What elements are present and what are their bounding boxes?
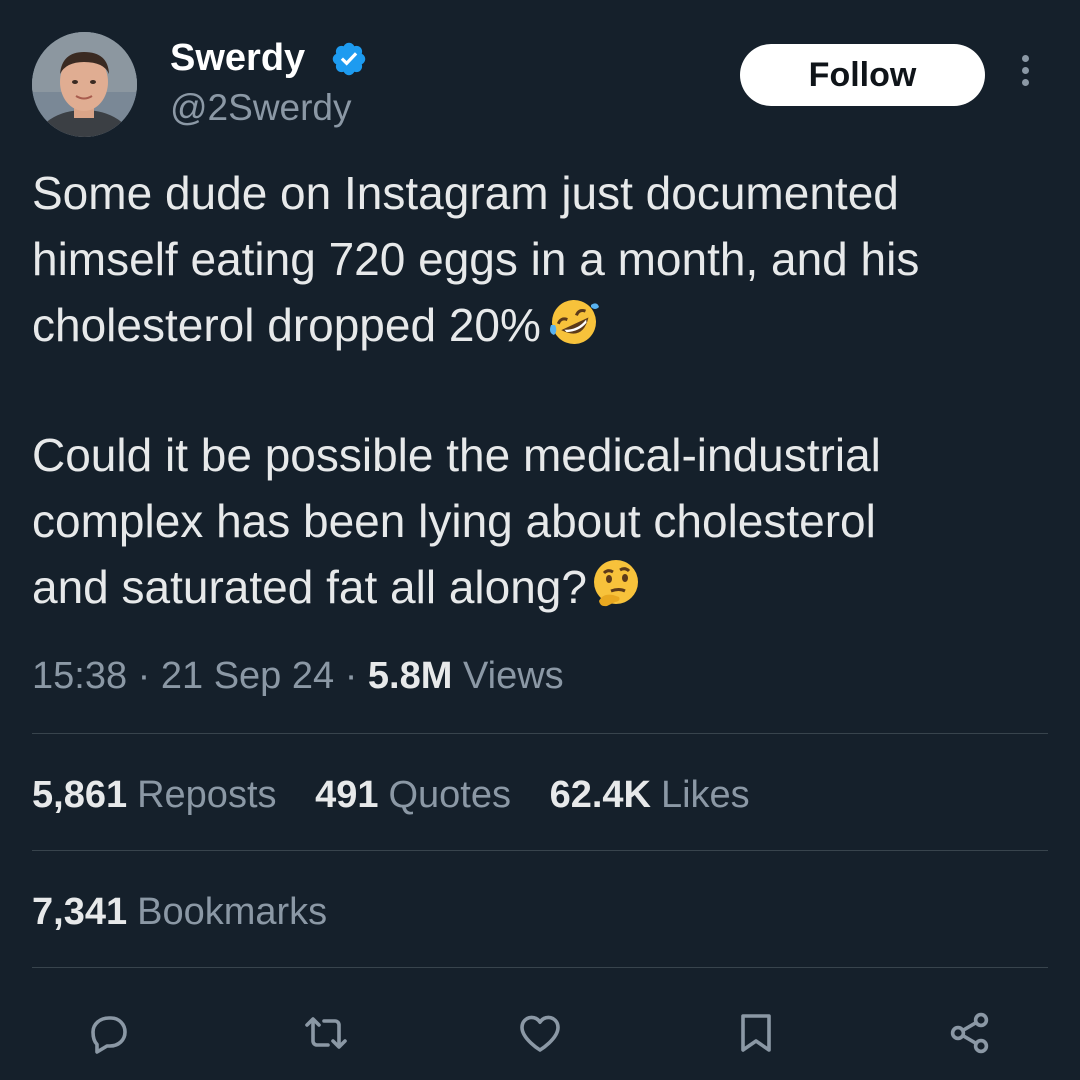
action-bar (0, 1008, 1080, 1058)
likes-count: 62.4K (549, 774, 651, 816)
reposts-count: 5,861 (32, 774, 128, 816)
engagement-stats: 5,861 Reposts 491 Quotes 62.4K Likes (32, 771, 778, 819)
author-handle[interactable]: @2Swerdy (170, 86, 352, 130)
tweet-text-line: Some dude on Instagram just documented (32, 167, 899, 219)
divider (32, 733, 1048, 734)
likes-stat[interactable]: 62.4K Likes (550, 774, 750, 816)
tweet-time[interactable]: 15:38 (32, 655, 127, 697)
quotes-stat[interactable]: 491 Quotes (315, 774, 511, 816)
bookmarks-stat[interactable]: 7,341 Bookmarks (32, 891, 327, 933)
separator: · (137, 655, 151, 697)
bookmarks-label: Bookmarks (137, 891, 328, 933)
quotes-count: 491 (315, 774, 379, 816)
bookmark-icon[interactable] (730, 1008, 782, 1058)
reply-icon[interactable] (83, 1008, 135, 1058)
bookmarks-stats: 7,341 Bookmarks (32, 888, 355, 936)
author-name[interactable]: Swerdy (170, 36, 305, 80)
tweet-text-line: and saturated fat all along? (32, 554, 1042, 620)
like-icon[interactable] (514, 1008, 566, 1058)
tweet-text-line: Could it be possible the medical-industr… (32, 429, 881, 481)
share-icon[interactable] (944, 1008, 996, 1058)
divider (32, 850, 1048, 851)
views-count: 5.8M (367, 655, 453, 697)
reposts-stat[interactable]: 5,861 Reposts (32, 774, 277, 816)
tweet-paragraph-2: Could it be possible the medical-industr… (32, 422, 1042, 620)
tweet-detail: Swerdy @2Swerdy Follow Some dude on Inst… (0, 0, 1080, 1080)
bookmarks-count: 7,341 (32, 891, 128, 933)
tweet-text-line: cholesterol dropped 20% (32, 292, 1042, 358)
views-label: Views (462, 655, 564, 697)
tweet-paragraph-1: Some dude on Instagram just documented h… (32, 160, 1042, 358)
reposts-label: Reposts (137, 774, 277, 816)
likes-label: Likes (660, 774, 750, 816)
follow-button[interactable]: Follow (740, 44, 985, 106)
rofl-emoji-icon (547, 295, 601, 366)
more-options-icon[interactable] (1005, 55, 1045, 99)
thinking-face-emoji-icon (589, 557, 643, 628)
tweet-text-line: complex has been lying about cholesterol (32, 495, 876, 547)
divider (32, 967, 1048, 968)
tweet-date[interactable]: 21 Sep 24 (161, 655, 334, 697)
tweet-text-line: himself eating 720 eggs in a month, and … (32, 233, 920, 285)
quotes-label: Quotes (388, 774, 511, 816)
repost-icon[interactable] (300, 1008, 352, 1058)
separator: · (344, 655, 358, 697)
verified-badge-icon (332, 42, 366, 76)
tweet-metadata: 15:38 · 21 Sep 24 · 5.8M Views (32, 652, 564, 700)
avatar[interactable] (32, 32, 137, 137)
avatar-image (32, 32, 137, 137)
